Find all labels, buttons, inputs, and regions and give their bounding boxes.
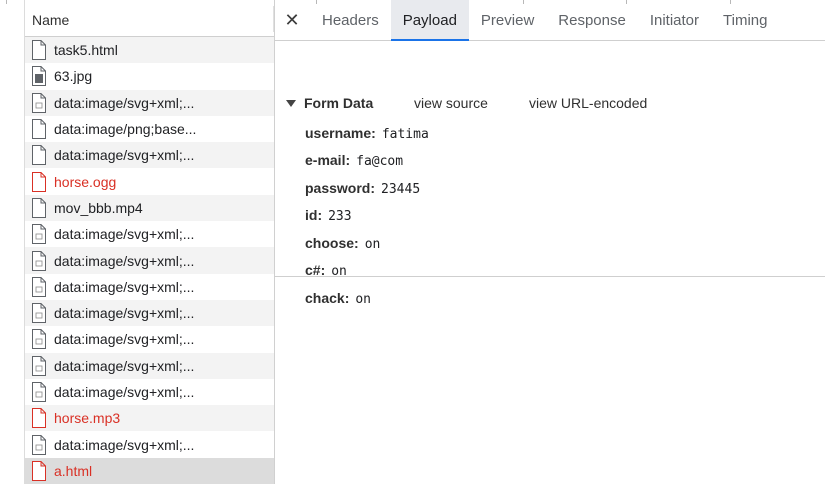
request-row[interactable]: 63.jpg	[25, 63, 274, 89]
field-key: chack:	[305, 290, 350, 306]
form-field-row: username: fatima	[305, 125, 429, 142]
request-row[interactable]: data:image/svg+xml;...	[25, 247, 274, 274]
request-row[interactable]: data:image/svg+xml;...	[25, 379, 274, 405]
svg-file-icon	[32, 250, 46, 271]
field-key: username:	[305, 125, 376, 141]
request-name: 63.jpg	[54, 68, 93, 85]
request-name: data:image/svg+xml;...	[54, 384, 195, 400]
form-field-row: c#: on	[305, 262, 347, 279]
request-name: data:image/svg+xml;...	[54, 278, 195, 295]
request-row[interactable]: a.html	[25, 457, 274, 484]
request-row[interactable]: horse.mp3	[25, 405, 274, 432]
image-file-icon	[32, 66, 46, 87]
request-row[interactable]: data:image/svg+xml;...	[25, 221, 274, 247]
request-name: task5.html	[54, 42, 118, 59]
svg-file-icon	[32, 434, 46, 455]
form-field-row: id: 233	[305, 207, 352, 224]
request-name: horse.mp3	[54, 410, 121, 427]
detail-tab-bar: ✕ Headers Payload Preview Response Initiator…	[274, 0, 825, 41]
svg-file-icon	[32, 382, 46, 402]
file-icon	[32, 119, 46, 140]
field-key: id:	[305, 207, 323, 223]
field-value: fa@com	[356, 154, 404, 169]
request-name: data:image/svg+xml;...	[54, 357, 195, 374]
view-source-link[interactable]: view source	[414, 95, 488, 111]
tab-timing[interactable]: Timing	[711, 0, 779, 40]
request-row[interactable]: data:image/png;base...	[25, 116, 274, 142]
field-value: fatima	[381, 127, 429, 142]
form-data-toggle[interactable]: Form Data	[286, 95, 373, 111]
file-icon	[32, 40, 46, 61]
field-value: on	[355, 292, 372, 307]
tab-response[interactable]: Response	[546, 0, 638, 40]
request-row[interactable]: horse.ogg	[25, 168, 274, 194]
form-field-row: password: 23445	[305, 180, 420, 197]
field-key: choose:	[305, 235, 359, 251]
svg-file-icon	[32, 224, 46, 245]
request-row[interactable]: mov_bbb.mp4	[25, 194, 274, 222]
file-icon	[32, 460, 46, 481]
request-name: data:image/svg+xml;...	[54, 305, 195, 322]
request-name: a.html	[54, 462, 93, 479]
request-name: data:image/svg+xml;...	[54, 147, 195, 164]
request-name: data:image/svg+xml;...	[54, 252, 195, 269]
tab-initiator[interactable]: Initiator	[638, 0, 711, 40]
request-list-panel: Name task5.html 63.jpg data:image/svg+xml;…	[24, 0, 275, 484]
request-list: task5.html 63.jpg data:image/svg+xml;... da…	[25, 37, 274, 484]
request-name: horse.ogg	[54, 173, 117, 190]
request-name: data:image/svg+xml;...	[54, 436, 195, 453]
field-key: password:	[305, 180, 376, 196]
form-field-row: e-mail: fa@com	[305, 152, 403, 169]
svg-file-icon	[32, 92, 46, 113]
field-value: on	[364, 237, 381, 252]
request-row[interactable]: data:image/svg+xml;...	[25, 274, 274, 300]
request-row[interactable]: data:image/svg+xml;...	[25, 299, 274, 327]
request-name: data:image/svg+xml;...	[54, 94, 195, 111]
file-icon	[32, 145, 46, 166]
request-name: data:image/png;base...	[54, 121, 197, 138]
field-value: 23445	[381, 182, 421, 197]
request-row[interactable]: data:image/svg+xml;...	[25, 431, 274, 457]
payload-content: Form Data view source view URL-encoded u…	[274, 41, 825, 307]
close-detail-button[interactable]: ✕	[274, 0, 310, 40]
svg-file-icon	[32, 303, 46, 324]
svg-file-icon	[32, 355, 46, 376]
request-detail-panel: ✕ Headers Payload Preview Response Initiator…	[274, 0, 825, 484]
field-key: e-mail:	[305, 152, 351, 168]
svg-file-icon	[32, 329, 46, 350]
field-value: 233	[328, 209, 352, 224]
request-row[interactable]: data:image/svg+xml;...	[25, 326, 274, 352]
request-row[interactable]: data:image/svg+xml;...	[25, 142, 274, 169]
file-icon	[32, 197, 46, 218]
form-field-row: choose: on	[305, 235, 380, 252]
expand-triangle-icon	[286, 99, 296, 107]
name-column-label: Name	[32, 12, 70, 28]
request-row[interactable]: data:image/svg+xml;...	[25, 352, 274, 379]
request-row[interactable]: task5.html	[25, 37, 274, 64]
field-key: c#:	[305, 262, 326, 278]
tab-preview[interactable]: Preview	[469, 0, 546, 40]
file-icon	[32, 171, 46, 192]
field-value: on	[331, 264, 347, 279]
tab-headers[interactable]: Headers	[310, 0, 391, 40]
request-row[interactable]: data:image/svg+xml;...	[25, 89, 274, 116]
svg-file-icon	[32, 276, 46, 297]
tab-payload[interactable]: Payload	[390, 0, 470, 41]
request-name: mov_bbb.mp4	[54, 199, 143, 216]
close-icon: ✕	[284, 9, 300, 30]
request-name: data:image/svg+xml;...	[54, 331, 195, 348]
name-column-header[interactable]: Name	[25, 0, 274, 37]
form-field-row: chack: on	[305, 290, 371, 307]
request-name: data:image/svg+xml;...	[54, 226, 195, 243]
form-data-title: Form Data	[304, 95, 374, 111]
file-icon	[32, 408, 46, 429]
view-url-encoded-link[interactable]: view URL-encoded	[529, 95, 647, 111]
